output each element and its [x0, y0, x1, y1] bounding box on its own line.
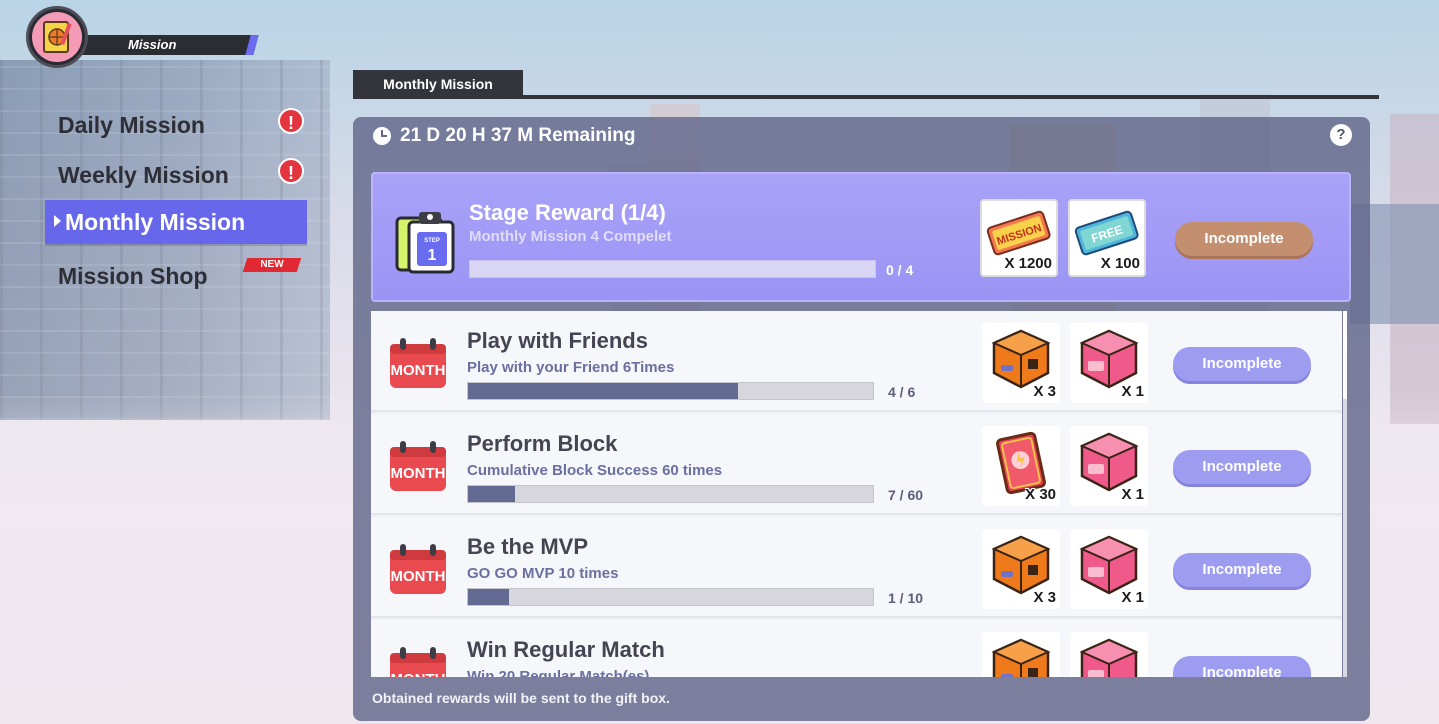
mission-title: Win Regular Match	[467, 637, 665, 662]
reward-slot[interactable]: X 1	[1070, 529, 1148, 609]
list-item: MONTH Perform Block Cumulative Block Succe…	[371, 414, 1342, 515]
month-calendar-icon: MONTH	[388, 338, 448, 390]
list-scrollbar[interactable]	[1343, 311, 1347, 677]
timer-text: 21 D 20 H 37 M Remaining	[400, 125, 636, 146]
badge-label: Mission	[128, 37, 177, 52]
sidebar-item-label: Monthly Mission	[65, 209, 246, 235]
free-ticket-reward[interactable]: FREE X 100	[1068, 199, 1146, 277]
month-icon-label: MONTH	[391, 362, 446, 379]
mission-panel: 21 D 20 H 37 M Remaining ? STEP 1 Stage …	[353, 117, 1370, 721]
mission-incomplete-button[interactable]: Incomplete	[1173, 656, 1311, 677]
mission-ticket-reward[interactable]: MISSION X 1200	[980, 199, 1058, 277]
mission-list[interactable]: MONTH Play with Friends Play with your Fri…	[371, 311, 1342, 677]
reward-slot[interactable]: X 30	[982, 426, 1060, 506]
sidebar-item-label: Weekly Mission	[58, 162, 229, 188]
alert-icon: !	[278, 108, 304, 134]
mission-progress-text: 4 / 6	[888, 384, 916, 400]
month-icon-label: MONTH	[391, 568, 446, 585]
reward-slot[interactable]: X 3	[982, 323, 1060, 403]
badge-label-bar: Mission	[73, 35, 259, 55]
reward-quantity: X 3	[1033, 589, 1056, 606]
sidebar-item-label: Mission Shop	[58, 263, 208, 289]
step-number: 1	[428, 247, 437, 264]
mission-incomplete-button[interactable]: Incomplete	[1173, 450, 1311, 484]
reward-quantity: X 1	[1121, 589, 1144, 606]
reward-quantity: X 3	[1033, 383, 1056, 400]
reward-slot[interactable]	[1070, 632, 1148, 677]
help-button[interactable]: ?	[1330, 124, 1352, 146]
reward-slot[interactable]: X 1	[1070, 323, 1148, 403]
mission-progress-text: 7 / 60	[888, 487, 924, 503]
stage-subtitle: Monthly Mission 4 Compelet	[469, 228, 672, 245]
progress-fill	[468, 486, 516, 502]
selected-arrow-icon	[54, 215, 61, 227]
stage-progress-bar	[469, 260, 876, 278]
reward-quantity: X 1	[1121, 383, 1144, 400]
stage-progress-text: 0 / 4	[886, 262, 914, 278]
step-label: STEP	[424, 238, 440, 244]
month-calendar-icon: MONTH	[388, 544, 448, 596]
tab-monthly-mission[interactable]: Monthly Mission	[353, 70, 523, 98]
reward-quantity: X 30	[1025, 486, 1056, 503]
reward-slot[interactable]: X 1	[1070, 426, 1148, 506]
progress-fill	[468, 589, 509, 605]
sidebar-item-weekly-mission[interactable]: Weekly Mission	[58, 162, 229, 189]
mission-progress-bar	[467, 382, 874, 400]
mission-subtitle: Win 20 Regular Match(es)	[467, 668, 650, 677]
stage-reward-card: STEP 1 Stage Reward (1/4) Monthly Missio…	[371, 172, 1351, 302]
sidebar-item-monthly-mission[interactable]: Monthly Mission	[45, 200, 307, 244]
clock-icon	[373, 127, 391, 145]
mission-progress-bar	[467, 588, 874, 606]
mission-subtitle: GO GO MVP 10 times	[467, 565, 619, 582]
sidebar-item-daily-mission[interactable]: Daily Mission	[58, 112, 205, 139]
reward-quantity: X 1200	[1004, 255, 1052, 272]
tab-label: Monthly Mission	[383, 76, 493, 92]
mission-title: Perform Block	[467, 431, 618, 456]
new-badge: NEW	[242, 258, 302, 272]
mission-subtitle: Cumulative Block Success 60 times	[467, 462, 723, 479]
reward-quantity: X 100	[1100, 255, 1140, 272]
clipboard-step-icon: STEP 1	[393, 208, 459, 274]
scroll-thumb[interactable]	[1343, 311, 1347, 399]
reward-slot[interactable]	[982, 632, 1060, 677]
mission-title: Play with Friends	[467, 328, 648, 353]
sidebar-item-mission-shop[interactable]: Mission Shop	[58, 263, 208, 290]
mission-progress-bar	[467, 485, 874, 503]
month-calendar-icon: MONTH	[388, 647, 448, 677]
month-icon-label: MONTH	[391, 465, 446, 482]
footer-note: Obtained rewards will be sent to the gif…	[372, 690, 670, 706]
remaining-timer: 21 D 20 H 37 M Remaining	[373, 125, 635, 147]
list-item: MONTH Play with Friends Play with your Fri…	[371, 311, 1342, 412]
month-icon-label: MONTH	[391, 671, 446, 677]
sidebar-item-label: Daily Mission	[58, 112, 205, 138]
tab-divider	[353, 95, 1379, 99]
progress-fill	[468, 383, 739, 399]
new-badge-label: NEW	[260, 259, 284, 270]
stage-title: Stage Reward (1/4)	[469, 200, 666, 225]
reward-quantity: X 1	[1121, 486, 1144, 503]
alert-icon: !	[278, 158, 304, 184]
mission-incomplete-button[interactable]: Incomplete	[1173, 347, 1311, 381]
month-calendar-icon: MONTH	[388, 441, 448, 493]
list-item: MONTH Win Regular Match Win 20 Regular Mat…	[371, 620, 1342, 677]
mission-incomplete-button[interactable]: Incomplete	[1173, 553, 1311, 587]
list-item: MONTH Be the MVP GO GO MVP 10 times 1 / 10 X…	[371, 517, 1342, 618]
mission-subtitle: Play with your Friend 6Times	[467, 359, 675, 376]
stage-incomplete-button[interactable]: Incomplete	[1175, 222, 1313, 256]
mission-title: Be the MVP	[467, 534, 589, 559]
mission-notebook-icon	[26, 6, 88, 68]
reward-slot[interactable]: X 3	[982, 529, 1060, 609]
mission-progress-text: 1 / 10	[888, 590, 924, 606]
